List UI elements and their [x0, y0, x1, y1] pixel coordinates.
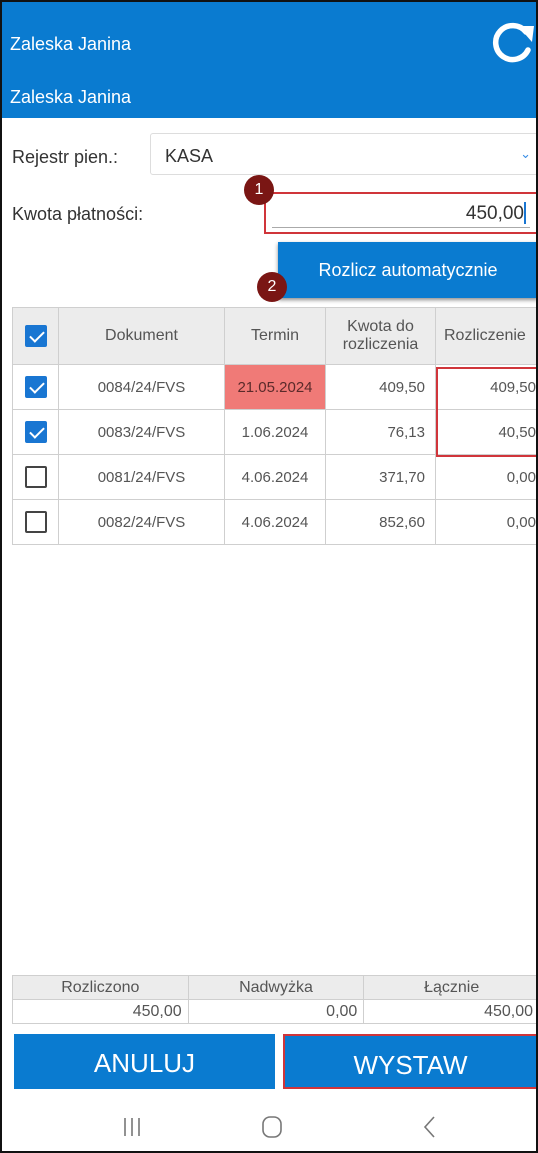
surplus-value: 0,00 [187, 999, 365, 1024]
chevron-down-icon: ⌄ [520, 146, 531, 161]
documents-table: Dokument Termin Kwota do rozliczenia Roz… [12, 307, 536, 545]
amount-to-settle: 371,70 [325, 454, 436, 500]
back-icon[interactable] [410, 1112, 450, 1142]
column-header-term: Termin [224, 307, 326, 365]
row-checkbox[interactable] [24, 376, 47, 398]
amount-field-underline: 450,00 [272, 198, 530, 228]
amount-to-settle: 409,50 [325, 364, 436, 410]
column-header-amount: Kwota do rozliczenia [325, 307, 436, 365]
column-header-document: Dokument [58, 307, 225, 365]
due-date: 4.06.2024 [224, 499, 326, 545]
amount-to-settle: 852,60 [325, 499, 436, 545]
settlement-amount[interactable]: 0,00 [435, 499, 536, 545]
auto-settle-button[interactable]: Rozlicz automatycznie [278, 242, 536, 298]
text-caret [524, 202, 526, 224]
due-date: 1.06.2024 [224, 409, 326, 455]
summary-table: Rozliczono Nadwyżka Łącznie 450,00 0,00 … [12, 975, 536, 1024]
issue-button[interactable]: WYSTAW [283, 1034, 536, 1089]
document-number: 0082/24/FVS [58, 499, 225, 545]
total-label: Łącznie [363, 975, 536, 1000]
table-header-row: Dokument Termin Kwota do rozliczenia Roz… [12, 307, 536, 365]
table-row[interactable]: 0081/24/FVS 4.06.2024 371,70 0,00 [12, 454, 536, 500]
cancel-label: ANULUJ [93, 1048, 196, 1078]
step-marker-1: 1 [244, 175, 274, 205]
amount-value: 450,00 [465, 203, 524, 224]
document-number: 0081/24/FVS [58, 454, 225, 500]
auto-settle-label: Rozlicz automatycznie [318, 260, 498, 280]
settled-label: Rozliczono [12, 975, 189, 1000]
settlement-amount[interactable]: 0,00 [435, 454, 536, 500]
due-date: 21.05.2024 [224, 364, 326, 410]
row-checkbox[interactable] [24, 511, 47, 533]
register-select[interactable]: KASA ⌄ [150, 133, 536, 175]
summary-values-row: 450,00 0,00 450,00 [12, 999, 536, 1024]
surplus-label: Nadwyżka [187, 975, 365, 1000]
row-checkbox[interactable] [24, 466, 47, 488]
summary-header-row: Rozliczono Nadwyżka Łącznie [12, 975, 536, 1000]
document-number: 0083/24/FVS [58, 409, 225, 455]
table-row[interactable]: 0082/24/FVS 4.06.2024 852,60 0,00 [12, 499, 536, 545]
home-icon[interactable] [252, 1112, 292, 1142]
register-label: Rejestr pien.: [12, 147, 119, 167]
select-all-cell[interactable] [12, 307, 59, 365]
table-row[interactable]: 0084/24/FVS 21.05.2024 409,50 409,50 [12, 364, 536, 410]
amount-to-settle: 76,13 [325, 409, 436, 455]
step-marker-2: 2 [257, 272, 287, 302]
document-number: 0084/24/FVS [58, 364, 225, 410]
row-checkbox-cell[interactable] [12, 364, 59, 410]
settlement-amount[interactable]: 40,50 [435, 409, 536, 455]
amount-label: Kwota płatności: [12, 204, 144, 224]
system-navigation-bar [2, 1100, 536, 1151]
header-bar: Zaleska Janina Zaleska Janina [2, 2, 536, 118]
total-value: 450,00 [363, 999, 536, 1024]
row-checkbox[interactable] [24, 421, 47, 443]
row-checkbox-cell[interactable] [12, 409, 59, 455]
customer-name-subtitle: Zaleska Janina [10, 87, 132, 107]
column-header-amount-line1: Kwota do [347, 318, 414, 335]
column-header-amount-line2: rozliczenia [342, 336, 419, 353]
select-all-checkbox[interactable] [24, 325, 47, 347]
app-screen: Zaleska Janina Zaleska Janina Rejestr pi… [0, 0, 538, 1153]
payment-amount-input[interactable]: 450,00 [264, 192, 536, 234]
issue-label: WYSTAW [353, 1050, 468, 1080]
recent-apps-icon[interactable] [112, 1112, 152, 1142]
refresh-icon[interactable] [488, 20, 536, 68]
register-value: KASA [165, 146, 214, 166]
settlement-amount[interactable]: 409,50 [435, 364, 536, 410]
due-date: 4.06.2024 [224, 454, 326, 500]
row-checkbox-cell[interactable] [12, 499, 59, 545]
table-row[interactable]: 0083/24/FVS 1.06.2024 76,13 40,50 [12, 409, 536, 455]
settled-value: 450,00 [12, 999, 189, 1024]
cancel-button[interactable]: ANULUJ [14, 1034, 275, 1089]
customer-name-title: Zaleska Janina [10, 34, 132, 54]
row-checkbox-cell[interactable] [12, 454, 59, 500]
column-header-settlement: Rozliczenie [435, 307, 536, 365]
